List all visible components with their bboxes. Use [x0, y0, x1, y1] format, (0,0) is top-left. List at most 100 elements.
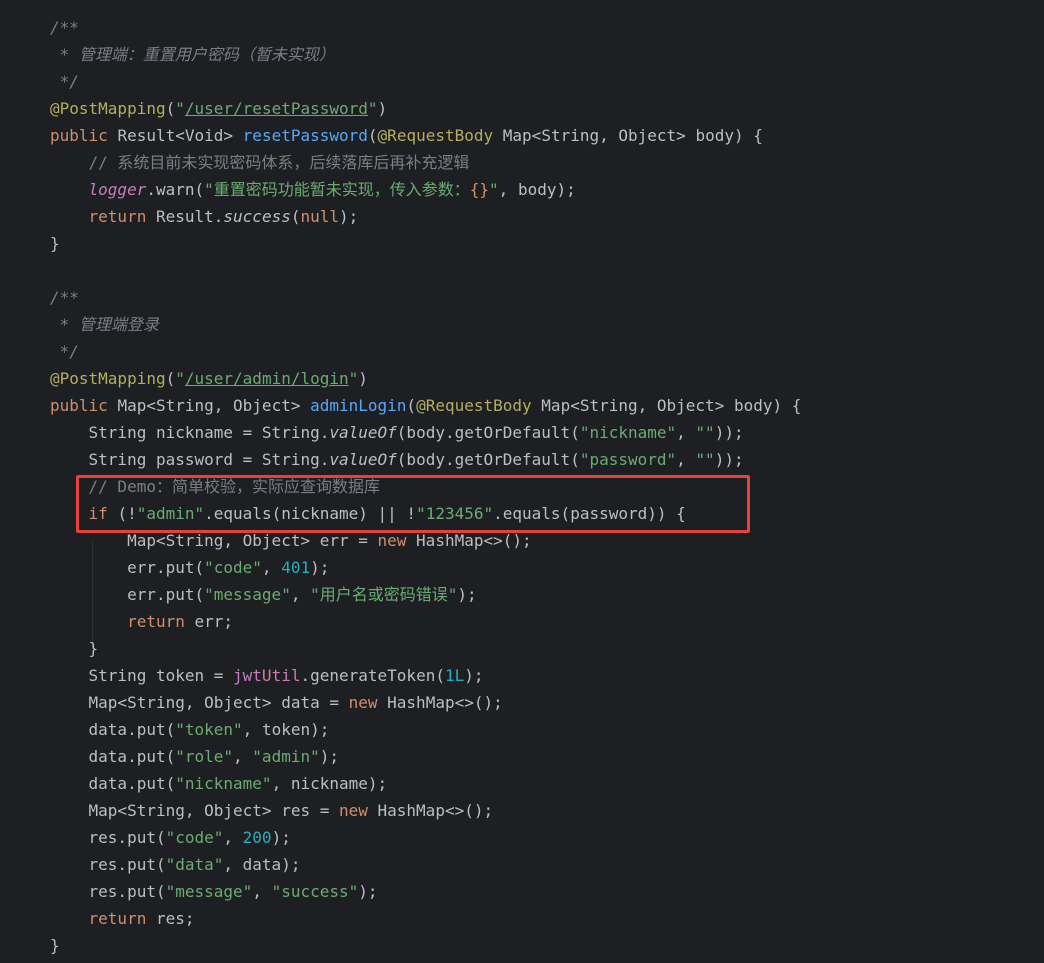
code-editor[interactable]: /** * 管理端：重置用户密码（暂未实现） */@PostMapping("/… [0, 0, 1044, 963]
code-token: Result<Void> [117, 126, 243, 145]
code-line[interactable]: public Map<String, Object> adminLogin(@R… [50, 392, 801, 419]
code-token: (! [117, 504, 137, 523]
code-token: , [233, 747, 253, 766]
code-token: Map<String, Object> res = [50, 801, 339, 820]
code-line[interactable]: err.put("message", "用户名或密码错误"); [50, 581, 477, 608]
code-token: jwtUtil [233, 666, 301, 685]
code-token: "重置密码功能暂未实现，传入参数： [204, 180, 470, 199]
code-token: public [50, 126, 118, 145]
code-line[interactable]: /** [50, 284, 79, 311]
code-token: public [50, 396, 118, 415]
code-token: )); [714, 450, 744, 469]
code-line[interactable]: return res; [50, 905, 195, 932]
code-token: return [88, 909, 156, 928]
code-token: "admin" [252, 747, 320, 766]
code-token: , [676, 450, 696, 469]
code-line[interactable]: /** [50, 14, 79, 41]
code-line[interactable]: */ [50, 68, 79, 95]
code-line[interactable]: } [50, 932, 60, 959]
code-line[interactable]: */ [50, 338, 79, 365]
code-token: "message" [204, 585, 291, 604]
code-token: ); [464, 666, 484, 685]
code-line[interactable]: public Result<Void> resetPassword(@Reque… [50, 122, 763, 149]
code-token: @RequestBody [377, 126, 503, 145]
code-token: resetPassword [242, 126, 368, 145]
code-line[interactable]: } [50, 230, 60, 257]
code-token: new [348, 693, 388, 712]
code-line[interactable]: * 管理端：重置用户密码（暂未实现） [50, 41, 335, 68]
code-token: valueOf [329, 423, 397, 442]
code-line[interactable]: return err; [50, 608, 233, 635]
code-line[interactable]: Map<String, Object> err = new HashMap<>(… [50, 527, 532, 554]
code-line[interactable]: String nickname = String.valueOf(body.ge… [50, 419, 744, 446]
code-line[interactable]: res.put("code", 200); [50, 824, 291, 851]
code-line[interactable]: data.put("role", "admin"); [50, 743, 339, 770]
code-token: @PostMapping [50, 99, 166, 118]
code-token: HashMap<>(); [387, 693, 503, 712]
code-line[interactable]: @PostMapping("/user/resetPassword") [50, 95, 387, 122]
code-token: null [300, 207, 340, 226]
code-token: , body); [498, 180, 576, 199]
code-token: "" [695, 450, 715, 469]
code-token: } [50, 234, 60, 253]
code-token: "nickname" [579, 423, 677, 442]
code-line[interactable]: res.put("message", "success"); [50, 878, 378, 905]
code-line[interactable]: Map<String, Object> data = new HashMap<>… [50, 689, 503, 716]
code-token: * 管理端：重置用户密码（暂未实现） [50, 45, 335, 64]
code-token: ) [358, 369, 368, 388]
code-token: data.put( [50, 720, 176, 739]
code-token: "code" [204, 558, 262, 577]
code-token: res.put( [50, 855, 166, 874]
code-token: , token); [242, 720, 330, 739]
code-token: /user/admin/login [184, 369, 349, 388]
code-line[interactable]: Map<String, Object> res = new HashMap<>(… [50, 797, 494, 824]
code-token: HashMap<>(); [416, 531, 532, 550]
code-line[interactable]: logger.warn("重置密码功能暂未实现，传入参数：{}", body); [50, 176, 576, 203]
code-token: new [377, 531, 417, 550]
code-token: "用户名或密码错误" [310, 585, 458, 604]
code-token: , nickname); [271, 774, 388, 793]
code-token: // 系统目前未实现密码体系，后续落库后再补充逻辑 [50, 153, 470, 172]
code-line[interactable]: @PostMapping("/user/admin/login") [50, 365, 368, 392]
code-token: // Demo：简单校验，实际应查询数据库 [50, 477, 380, 496]
code-token: , data); [223, 855, 301, 874]
code-line[interactable]: res.put("data", data); [50, 851, 301, 878]
code-line[interactable]: err.put("code", 401); [50, 554, 329, 581]
code-token: return [88, 207, 156, 226]
code-line[interactable]: // Demo：简单校验，实际应查询数据库 [50, 473, 380, 500]
code-token: "" [695, 423, 715, 442]
code-token: , [261, 558, 282, 577]
code-token: new [338, 801, 378, 820]
code-token: " [175, 369, 185, 388]
code-line[interactable]: * 管理端登录 [50, 311, 159, 338]
code-line[interactable]: data.put("token", token); [50, 716, 330, 743]
code-token: 1L [444, 666, 465, 685]
code-token: .generateToken( [300, 666, 445, 685]
code-line[interactable]: return Result.success(null); [50, 203, 359, 230]
code-token: " [348, 369, 359, 388]
code-token: ( [165, 369, 176, 388]
code-line[interactable]: if (!"admin".equals(nickname) || !"12345… [50, 500, 686, 527]
code-token: (body.getOrDefault( [396, 450, 580, 469]
code-token: , [252, 882, 272, 901]
code-line[interactable]: // 系统目前未实现密码体系，后续落库后再补充逻辑 [50, 149, 470, 176]
code-token: 401 [281, 558, 311, 577]
code-token: data.put( [50, 774, 176, 793]
code-token: String password = String. [50, 450, 330, 469]
code-token: res.put( [50, 828, 166, 847]
code-token: , [676, 423, 696, 442]
code-token: "data" [165, 855, 224, 874]
code-token: ); [310, 558, 330, 577]
code-token: , [290, 585, 311, 604]
code-token: "success" [271, 882, 359, 901]
code-line[interactable]: data.put("nickname", nickname); [50, 770, 388, 797]
code-token: @PostMapping [50, 369, 166, 388]
code-token: err; [194, 612, 234, 631]
code-line[interactable]: String token = jwtUtil.generateToken(1L)… [50, 662, 484, 689]
code-line[interactable]: } [50, 635, 99, 662]
code-line[interactable]: String password = String.valueOf(body.ge… [50, 446, 744, 473]
code-token: */ [50, 342, 79, 361]
